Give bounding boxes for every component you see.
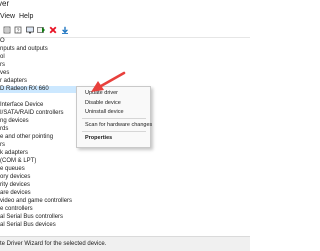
tree-item[interactable]: k adapters (0, 150, 28, 157)
tree-item[interactable]: nputs and outputs (0, 46, 48, 53)
tree-item[interactable]: (COM & LPT) (0, 158, 36, 165)
monitor-icon[interactable] (26, 26, 34, 34)
tree-item[interactable]: r adapters (0, 78, 27, 85)
tree-item[interactable]: rs (0, 62, 5, 69)
tree-item[interactable]: are devices (0, 190, 31, 197)
tree-item[interactable]: e controllers (0, 206, 33, 213)
tree-item[interactable]: ves (0, 70, 9, 77)
uninstall-device-menu-item[interactable]: Uninstall device (85, 108, 124, 116)
menu-bar: View Help (0, 11, 250, 23)
properties-icon[interactable] (3, 26, 11, 34)
tree-item[interactable]: e and other pointing (0, 134, 53, 141)
download-icon[interactable] (61, 26, 69, 34)
context-menu: Update driver Disable device Uninstall d… (76, 86, 152, 148)
properties-menu-item[interactable]: Properties (85, 134, 112, 142)
tree-item[interactable]: video and game controllers (0, 198, 72, 205)
tree-item[interactable]: al Serial Bus controllers (0, 214, 63, 221)
status-text: te Driver Wizard for the selected device… (0, 241, 107, 247)
toolbar: ? (0, 23, 250, 38)
tree-item[interactable]: rs (0, 142, 5, 149)
tree-item[interactable]: rity devices (0, 182, 30, 189)
tree-item-selected-gpu[interactable]: D Radeon RX 660 (0, 86, 76, 93)
tree-item[interactable]: O (0, 38, 5, 45)
svg-text:?: ? (17, 28, 20, 34)
scan-hardware-menu-item[interactable]: Scan for hardware changes (85, 121, 152, 129)
tree-item[interactable]: e queues (0, 166, 25, 173)
update-driver-icon[interactable] (37, 26, 45, 34)
help-icon[interactable]: ? (14, 26, 22, 34)
title-bar: ver (0, 0, 250, 11)
tree-item[interactable]: ory devices (0, 174, 30, 181)
tree-item[interactable]: Interface Device (0, 102, 43, 109)
tree-item[interactable]: ng devices (0, 118, 29, 125)
disable-device-menu-item[interactable]: Disable device (85, 99, 121, 107)
tree-item[interactable]: ol (0, 54, 5, 61)
menu-view[interactable]: View (0, 11, 15, 23)
tree-item[interactable]: rds (0, 126, 8, 133)
uninstall-icon[interactable] (49, 26, 57, 34)
tree-item[interactable]: I/SATA/RAID controllers (0, 110, 63, 117)
update-driver-menu-item[interactable]: Update driver (85, 89, 118, 97)
menu-separator (82, 118, 146, 119)
menu-separator (82, 131, 146, 132)
window-title: ver (0, 0, 10, 8)
menu-help[interactable]: Help (19, 11, 33, 23)
tree-item[interactable]: al Serial Bus devices (0, 222, 56, 229)
status-bar: te Driver Wizard for the selected device… (0, 236, 250, 251)
